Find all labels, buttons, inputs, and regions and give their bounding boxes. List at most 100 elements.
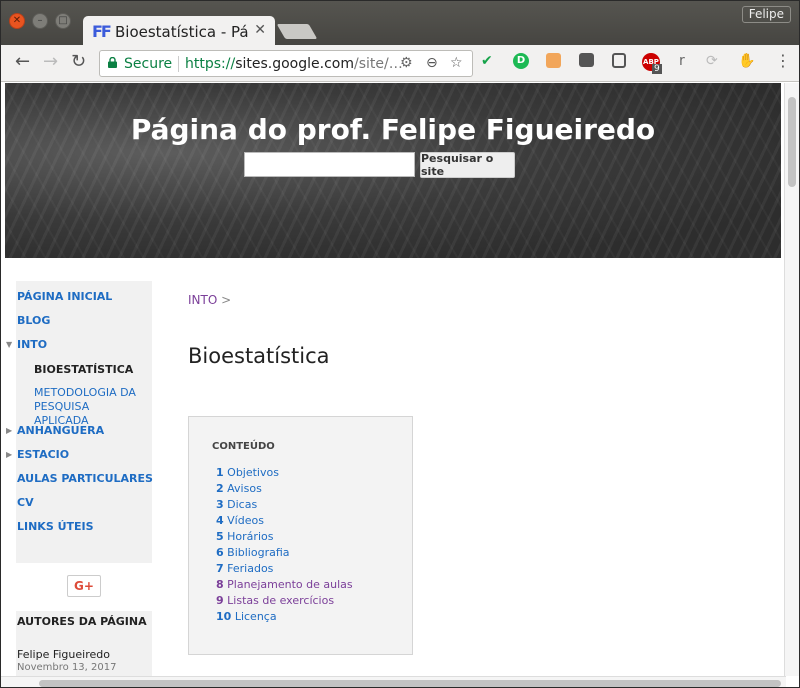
sync-icon[interactable]: ⟳ [706,53,718,69]
gnome-icon[interactable]: ✋ [738,53,755,69]
toc-item[interactable]: 1 Objetivos [216,466,279,479]
sidebar-item-label: INTO [17,338,48,351]
breadcrumb: INTO > [188,293,231,307]
menu-icon[interactable]: ⋮ [775,53,791,69]
tab-close-icon[interactable]: ✕ [254,22,266,38]
title-bar: ✕ – □ FF Bioestatística - Págin ✕ Felipe [1,1,799,46]
sidebar-item-cv[interactable]: CV [17,496,34,509]
extension-r-icon[interactable]: r [679,53,685,69]
toc-number: 10 [216,610,232,623]
forward-button[interactable]: → [43,53,58,71]
toc-number: 1 [216,466,224,479]
vertical-scrollbar[interactable] [784,83,799,676]
toc-item[interactable]: 4 Vídeos [216,514,264,527]
toc-item[interactable]: 6 Bibliografia [216,546,290,559]
site-title[interactable]: Página do prof. Felipe Figueiredo [5,113,781,146]
sidebar-item-estacio[interactable]: ▶ ESTACIO [6,448,70,461]
site-header-banner: Página do prof. Felipe Figueiredo Pesqui… [5,83,781,258]
toc-title: CONTEÚDO [212,441,275,452]
toc-item[interactable]: 5 Horários [216,530,273,543]
url-host: sites.google.com [235,56,354,72]
browser-window: ✕ – □ FF Bioestatística - Págin ✕ Felipe… [0,0,800,688]
toc-label: Dicas [227,498,258,511]
face-extension-icon[interactable] [546,53,561,68]
toc-number: 8 [216,578,224,591]
sidebar-item-links-uteis[interactable]: LINKS ÚTEIS [17,520,94,533]
sidebar-item-anhanguera[interactable]: ▶ ANHANGUERA [6,424,105,437]
toc-number: 3 [216,498,224,511]
sidebar-item-label: ESTACIO [17,448,70,461]
web-page: Página do prof. Felipe Figueiredo Pesqui… [1,83,785,676]
table-of-contents: CONTEÚDO 1 Objetivos 2 Avisos 3 Dicas 4 Víd… [188,416,413,655]
sidebar-item-bioestatistica[interactable]: BIOESTATÍSTICA [34,363,133,376]
extension-d-icon[interactable]: D [513,53,529,69]
sidebar-item-blog[interactable]: BLOG [17,314,50,327]
site-favicon-icon: FF [92,22,112,41]
sidebar-item-pagina-inicial[interactable]: PÁGINA INICIAL [17,290,112,303]
search-button[interactable]: Pesquisar o site [420,152,515,178]
toc-label: Bibliografia [227,546,290,559]
toc-item[interactable]: 8 Planejamento de aulas [216,578,353,591]
lock-icon [108,57,117,68]
sidebar-item-into[interactable]: ▼ INTO [6,338,48,351]
collapsed-arrow-icon[interactable]: ▶ [6,426,12,435]
bookmark-star-icon[interactable]: ☆ [450,55,463,71]
sidebar-nav: PÁGINA INICIAL BLOG ▼ INTO BIOESTATÍSTICA… [6,281,153,563]
browser-tab[interactable]: FF Bioestatística - Págin ✕ [83,16,275,46]
toc-number: 6 [216,546,224,559]
omnibox-divider [178,56,179,72]
idea-extension-icon[interactable] [612,53,626,68]
tab-title: Bioestatística - Págin [115,23,249,41]
toc-label: Planejamento de aulas [227,578,353,591]
site-search-input[interactable] [244,152,415,177]
check-extension-icon[interactable]: ✔ [481,53,493,69]
secure-label: Secure [124,56,173,72]
zoom-icon[interactable]: ⊖ [426,55,438,71]
url-scheme: https:// [185,56,236,72]
toc-number: 5 [216,530,224,543]
blocked-content-icon[interactable]: ⚙ [400,55,413,71]
expanded-arrow-icon[interactable]: ▼ [6,340,12,349]
reload-button[interactable]: ↻ [71,53,86,71]
toc-item[interactable]: 10 Licença [216,610,277,623]
authors-box: AUTORES DA PÁGINA Felipe Figueiredo Nove… [16,611,152,676]
new-tab-button[interactable] [276,24,318,39]
toc-item[interactable]: 2 Avisos [216,482,262,495]
toc-item[interactable]: 3 Dicas [216,498,257,511]
sidebar-item-aulas-particulares[interactable]: AULAS PARTICULARES [17,472,153,485]
horizontal-scrollbar[interactable] [1,676,786,687]
browser-toolbar: ← → ↻ Secure https://sites.google.com/si… [1,45,799,82]
toc-label: Listas de exercícios [227,594,335,607]
address-bar[interactable]: Secure https://sites.google.com/site/… ⚙… [99,50,473,77]
toc-label: Horários [227,530,274,543]
url-path: /site/… [353,56,403,72]
window-close-button[interactable]: ✕ [9,13,25,29]
toc-item[interactable]: 7 Feriados [216,562,273,575]
sidebar-item-metodologia[interactable]: METODOLOGIA DA PESQUISA APLICADA [34,386,146,428]
author-name[interactable]: Felipe Figueiredo [17,648,110,661]
toc-number: 7 [216,562,224,575]
author-date: Novembro 13, 2017 [17,662,117,673]
window-maximize-button[interactable]: □ [55,13,71,29]
page-title: Bioestatística [188,344,330,368]
breadcrumb-link-into[interactable]: INTO [188,293,217,307]
toc-label: Feriados [227,562,274,575]
collapsed-arrow-icon[interactable]: ▶ [6,450,12,459]
url-text[interactable]: https://sites.google.com/site/… [185,56,403,72]
toc-number: 4 [216,514,224,527]
back-button[interactable]: ← [15,53,30,71]
google-plus-button[interactable]: G+ [67,575,101,597]
profile-button[interactable]: Felipe [741,6,791,23]
authors-header: AUTORES DA PÁGINA [17,615,147,628]
toc-label: Licença [234,610,277,623]
toc-label: Objetivos [227,466,279,479]
toc-label: Vídeos [227,514,264,527]
adblock-badge: 9 [652,64,662,74]
sidebar-item-label: ANHANGUERA [17,424,105,437]
toc-item[interactable]: 9 Listas de exercícios [216,594,334,607]
vertical-scroll-thumb[interactable] [788,97,796,187]
window-minimize-button[interactable]: – [32,13,48,29]
breadcrumb-separator: > [221,293,232,307]
pocket-icon[interactable] [579,53,594,67]
horizontal-scroll-thumb[interactable] [39,680,781,687]
